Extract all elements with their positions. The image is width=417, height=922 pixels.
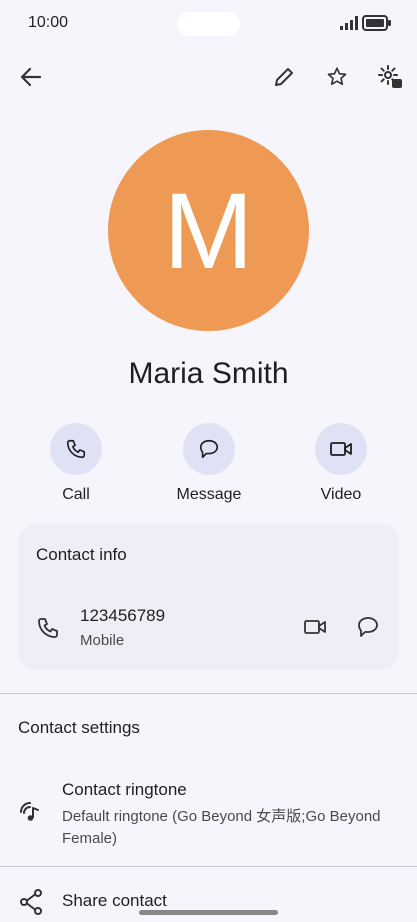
home-indicator[interactable]: [139, 910, 278, 915]
status-time: 10:00: [28, 14, 69, 31]
phone-number[interactable]: 123456789: [80, 606, 165, 626]
phone-row-icon: [36, 616, 60, 640]
contact-info-title: Contact info: [36, 545, 127, 564]
call-action[interactable]: Call: [26, 423, 126, 504]
signal-icon: [340, 16, 358, 30]
video-icon: [329, 439, 353, 459]
pencil-icon: [273, 66, 295, 88]
avatar-initial: M: [163, 170, 254, 291]
contact-settings-button[interactable]: [372, 59, 408, 95]
message-button[interactable]: [183, 423, 235, 475]
message-icon: [198, 438, 220, 460]
arrow-back-icon: [20, 67, 42, 87]
divider: [0, 693, 417, 694]
contact-settings-title: Contact settings: [18, 718, 140, 737]
message-action[interactable]: Message: [159, 423, 259, 504]
video-call-number-button[interactable]: [297, 609, 333, 645]
ringtone-icon: [18, 800, 44, 824]
contact-name: Maria Smith: [128, 357, 289, 390]
video-action[interactable]: Video: [291, 423, 391, 504]
settings-icon: [377, 64, 403, 90]
share-icon: [19, 889, 43, 915]
phone-type: Mobile: [80, 632, 125, 649]
share-contact-label[interactable]: Share contact: [62, 891, 167, 911]
ringtone-value: Default ringtone (Go Beyond 女声版;Go Beyon…: [62, 808, 381, 847]
phone-icon: [36, 616, 60, 640]
divider: [0, 866, 417, 867]
video-button[interactable]: [315, 423, 367, 475]
message-number-button[interactable]: [350, 609, 386, 645]
battery-icon: [362, 15, 392, 31]
video-icon: [303, 617, 327, 637]
phone-icon: [65, 438, 87, 460]
avatar: M: [108, 130, 309, 331]
star-icon: [326, 66, 348, 88]
message-icon: [356, 615, 380, 639]
camera-notch: [177, 12, 240, 36]
edit-button[interactable]: [266, 59, 302, 95]
call-label: Call: [62, 486, 90, 503]
message-label: Message: [176, 486, 242, 503]
ringtone-title[interactable]: Contact ringtone: [62, 780, 187, 800]
call-button[interactable]: [50, 423, 102, 475]
video-label: Video: [320, 486, 362, 503]
back-button[interactable]: [13, 59, 49, 95]
favorite-button[interactable]: [319, 59, 355, 95]
